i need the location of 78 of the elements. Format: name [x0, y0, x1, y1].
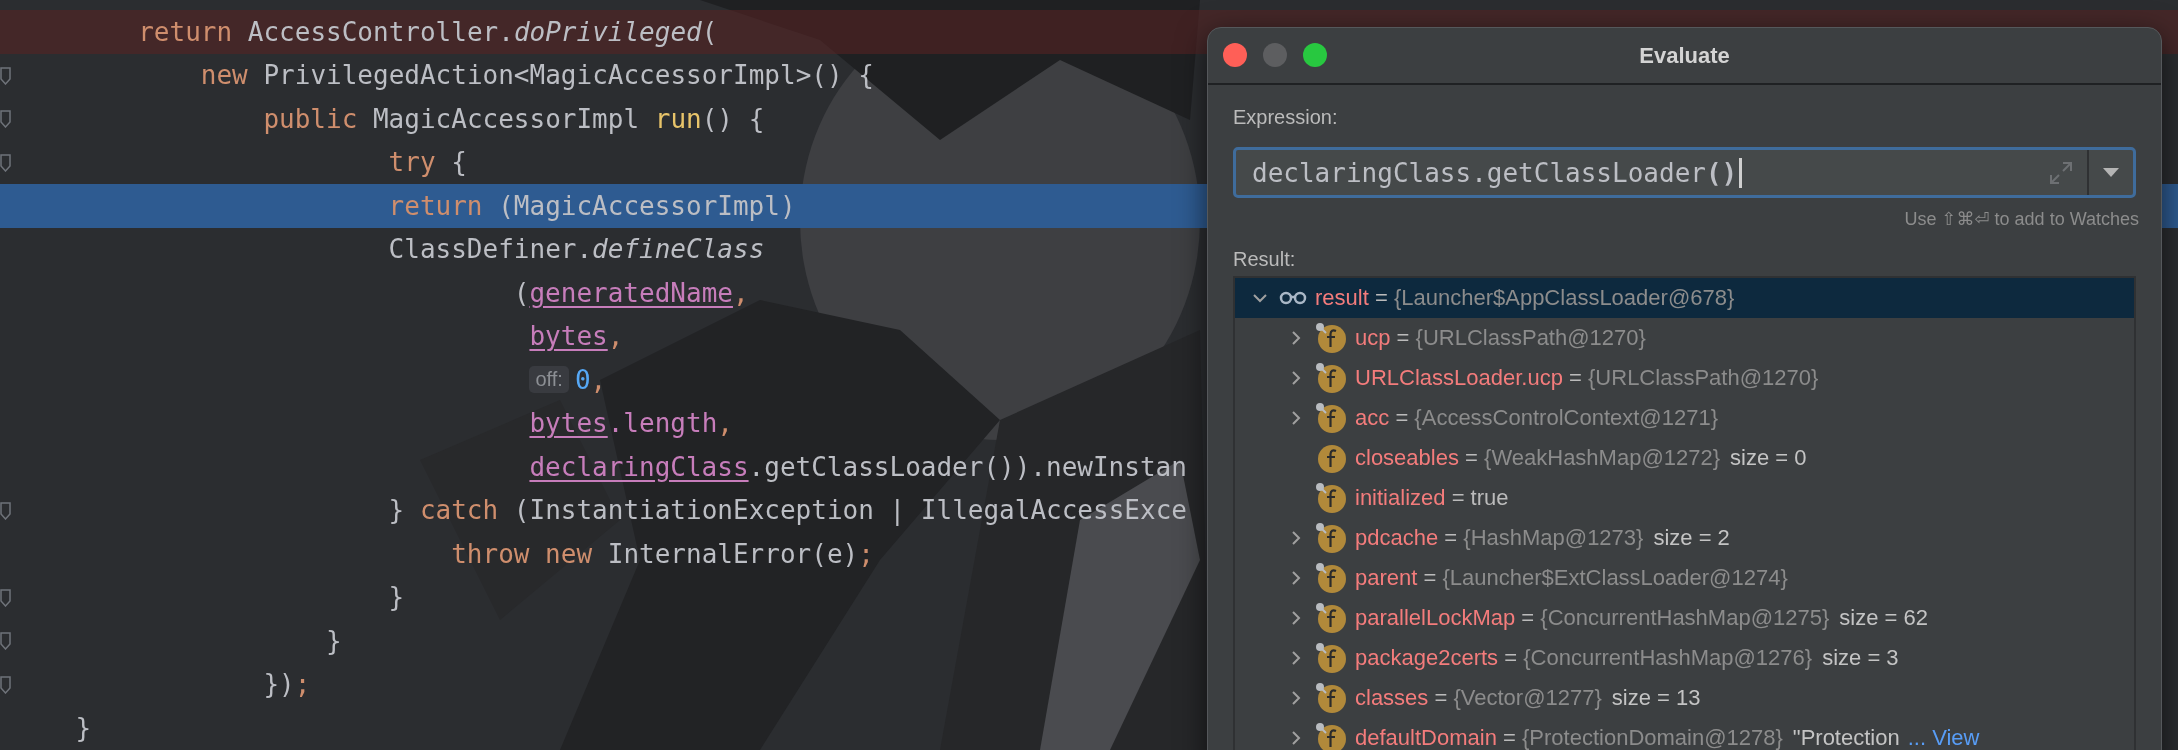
code-line: 0, [574, 364, 607, 395]
chevron-icon[interactable] [1289, 331, 1303, 345]
code-line: (generatedName, [513, 277, 749, 308]
variable-entry: acc = {AccessControlContext@1271} [1355, 405, 1718, 431]
field-icon [1318, 645, 1346, 673]
code-line: public MagicAccessorImpl run() { [263, 103, 765, 134]
field-icon [1318, 325, 1346, 353]
field-icon [1318, 685, 1346, 713]
chevron-icon[interactable] [1289, 411, 1303, 425]
window-title: Evaluate [1639, 42, 1730, 69]
chevron-icon[interactable] [1289, 611, 1303, 625]
field-icon [1318, 365, 1346, 393]
tree-row[interactable]: ucp = {URLClassPath@1270} [1235, 318, 2134, 358]
variable-entry: defaultDomain = {ProtectionDomain@1278} "Protection [1355, 725, 1900, 750]
field-icon [1318, 605, 1346, 633]
chevron-icon[interactable] [1289, 691, 1303, 705]
code-line: ClassDefiner.defineClass [388, 234, 765, 265]
tree-row[interactable]: defaultDomain = {ProtectionDomain@1278} "Protection ... View [1235, 718, 2134, 750]
fold-icon[interactable] [0, 588, 12, 607]
parameter-hint: off: [529, 366, 569, 394]
code-line: bytes, [529, 321, 624, 352]
variable-entry: initialized = true [1355, 485, 1509, 511]
code-line: try { [388, 147, 467, 178]
field-icon [1318, 565, 1346, 593]
chevron-icon[interactable] [1289, 531, 1303, 545]
tree-row[interactable]: parent = {Launcher$ExtClassLoader@1274} [1235, 558, 2134, 598]
zoom-icon[interactable] [1303, 43, 1327, 67]
view-link[interactable]: ... View [1907, 725, 1980, 750]
code-line: } catch (InstantiationException | IllegalAccessExce [388, 495, 1187, 526]
code-line: bytes.length, [529, 408, 733, 439]
result-label: Result: [1233, 247, 1297, 272]
field-icon [1318, 405, 1346, 433]
expression-field[interactable]: declaringClass.getClassLoader() [1233, 147, 2136, 198]
variable-entry: package2certs = {ConcurrentHashMap@1276} size = 3 [1355, 645, 1899, 671]
chevron-icon[interactable] [1289, 651, 1303, 665]
code-line: return AccessController.doPrivileged( [138, 16, 718, 47]
field-icon [1318, 525, 1346, 553]
variable-entry: parallelLockMap = {ConcurrentHashMap@1275} size = 62 [1355, 605, 1928, 631]
fold-icon[interactable] [0, 153, 12, 172]
code-line: throw new InternalError(e); [451, 538, 874, 569]
code-line: new PrivilegedAction<MagicAccessorImpl>() { [200, 60, 874, 91]
tree-row[interactable]: initialized = true [1235, 478, 2134, 518]
tree-row[interactable]: acc = {AccessControlContext@1271} [1235, 398, 2134, 438]
code-line: return (MagicAccessorImpl) [388, 190, 796, 221]
tree-row[interactable]: result = {Launcher$AppClassLoader@678} [1235, 278, 2134, 318]
fold-icon[interactable] [0, 675, 12, 694]
field-icon [1318, 485, 1346, 513]
chevron-icon[interactable] [1253, 291, 1267, 305]
glasses-icon [1279, 291, 1307, 305]
fold-icon[interactable] [0, 66, 12, 85]
tree-row[interactable]: pdcache = {HashMap@1273} size = 2 [1235, 518, 2134, 558]
result-entry: result = {Launcher$AppClassLoader@678} [1315, 285, 1735, 311]
variable-entry: pdcache = {HashMap@1273} size = 2 [1355, 525, 1730, 551]
tree-row[interactable]: closeables = {WeakHashMap@1272} size = 0 [1235, 438, 2134, 478]
watch-hint: Use ⇧⌘⏎ to add to Watches [1904, 208, 2139, 231]
variable-entry: parent = {Launcher$ExtClassLoader@1274} [1355, 565, 1788, 591]
variable-entry: classes = {Vector@1277} size = 13 [1355, 685, 1701, 711]
fold-icon[interactable] [0, 632, 12, 650]
tree-row[interactable]: classes = {Vector@1277} size = 13 [1235, 678, 2134, 718]
variable-entry: closeables = {WeakHashMap@1272} size = 0 [1355, 445, 1807, 471]
variable-entry: URLClassLoader.ucp = {URLClassPath@1270} [1355, 365, 1819, 391]
variable-entry: ucp = {URLClassPath@1270} [1355, 325, 1646, 351]
close-icon[interactable] [1223, 43, 1247, 67]
fold-icon[interactable] [0, 110, 12, 128]
tree-row[interactable]: package2certs = {ConcurrentHashMap@1276} size = 3 [1235, 638, 2134, 678]
expression-label: Expression: [1233, 105, 1339, 130]
code-line: } [326, 625, 342, 656]
code-line: } [388, 582, 405, 613]
code-line: }); [263, 669, 311, 700]
code-line: declaringClass.getClassLoader()).newInstan [529, 451, 1187, 482]
tree-row[interactable]: URLClassLoader.ucp = {URLClassPath@1270} [1235, 358, 2134, 398]
tree-row[interactable]: parallelLockMap = {ConcurrentHashMap@1275} size = 62 [1235, 598, 2134, 638]
fold-icon[interactable] [0, 501, 12, 520]
code-line: } [75, 712, 92, 743]
chevron-icon[interactable] [1289, 371, 1303, 385]
dropdown-icon [2103, 167, 2119, 178]
chevron-icon[interactable] [1289, 571, 1303, 585]
chevron-icon[interactable] [1289, 731, 1303, 745]
